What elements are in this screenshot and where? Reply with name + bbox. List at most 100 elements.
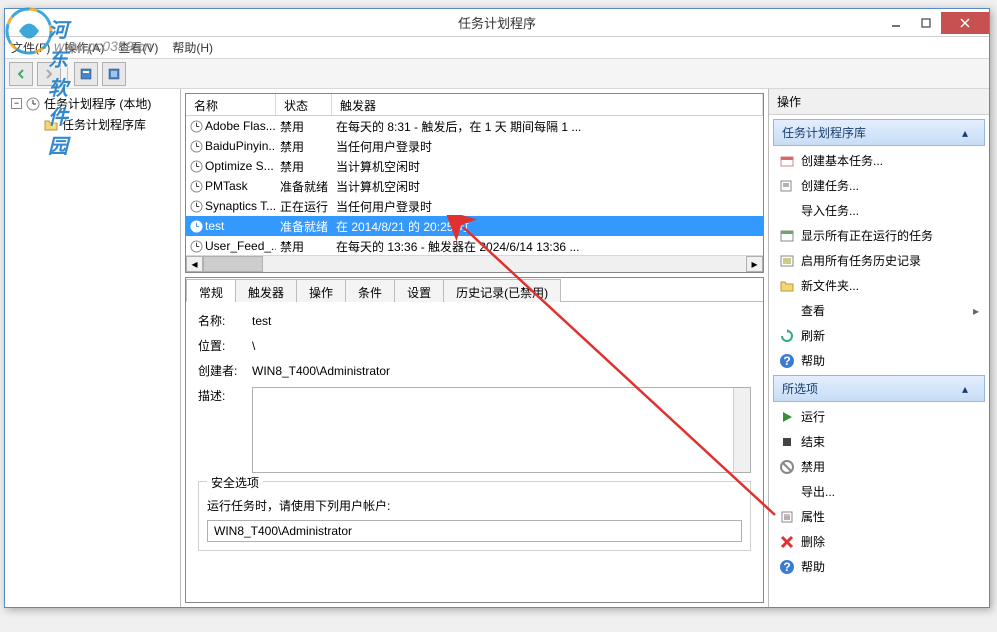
label-description: 描述: <box>198 387 252 404</box>
collapse-icon[interactable]: ▴ <box>962 126 976 140</box>
tab-conditions[interactable]: 条件 <box>345 279 395 302</box>
row-name: test <box>205 219 224 233</box>
action-new-folder[interactable]: 新文件夹... <box>773 273 985 298</box>
task-scheduler-window: 任务计划程序 文件(F) 操作(A) 查看(V) 帮助(H) − 任务计划程序 … <box>4 8 990 608</box>
row-trigger: 当任何用户登录时 <box>332 138 763 155</box>
textarea-scrollbar[interactable] <box>733 388 750 472</box>
value-name: test <box>252 314 751 328</box>
scroll-thumb[interactable] <box>203 256 263 272</box>
scroll-right-arrow[interactable]: ▸ <box>746 256 763 272</box>
collapse-icon[interactable]: ▴ <box>962 382 976 396</box>
maximize-button[interactable] <box>911 12 941 34</box>
refresh-icon <box>779 328 795 344</box>
row-status: 禁用 <box>276 138 332 155</box>
svg-text:?: ? <box>783 354 790 368</box>
toolbar-forward[interactable] <box>37 62 61 86</box>
action-disable[interactable]: 禁用 <box>773 454 985 479</box>
toolbar-btn-4[interactable] <box>102 62 126 86</box>
action-create[interactable]: 创建任务... <box>773 173 985 198</box>
window-title: 任务计划程序 <box>458 13 536 32</box>
table-row[interactable]: PMTask 准备就绪 当计算机空闲时 <box>186 176 763 196</box>
action-enable-history[interactable]: 启用所有任务历史记录 <box>773 248 985 273</box>
section-library[interactable]: 任务计划程序库 ▴ <box>773 119 985 146</box>
menu-view[interactable]: 查看(V) <box>118 39 158 56</box>
action-help[interactable]: ?帮助 <box>773 554 985 579</box>
properties-icon <box>779 509 795 525</box>
horizontal-scrollbar[interactable]: ◂ ▸ <box>186 255 763 272</box>
row-status: 禁用 <box>276 238 332 255</box>
help-icon: ? <box>779 353 795 369</box>
action-label: 属性 <box>801 508 825 525</box>
row-name: User_Feed_... <box>205 239 276 253</box>
col-header-status[interactable]: 状态 <box>276 94 332 115</box>
toolbar-btn-3[interactable] <box>74 62 98 86</box>
action-import[interactable]: 导入任务... <box>773 198 985 223</box>
toolbar-back[interactable] <box>9 62 33 86</box>
new-folder-icon <box>779 278 795 294</box>
tree-child[interactable]: + 任务计划程序库 <box>9 114 176 135</box>
col-header-name[interactable]: 名称 <box>186 94 276 115</box>
value-creator: WIN8_T400\Administrator <box>252 364 751 378</box>
tab-actions[interactable]: 操作 <box>296 279 346 302</box>
clock-icon <box>190 200 203 213</box>
tree-expand-icon[interactable]: − <box>11 98 22 109</box>
end-icon <box>779 434 795 450</box>
section-selected[interactable]: 所选项 ▴ <box>773 375 985 402</box>
menu-help[interactable]: 帮助(H) <box>172 39 213 56</box>
tree-root-label: 任务计划程序 (本地) <box>44 95 151 112</box>
row-status: 准备就绪 <box>276 178 332 195</box>
action-export[interactable]: 导出... <box>773 479 985 504</box>
view-icon <box>779 303 795 319</box>
label-creator: 创建者: <box>198 362 252 379</box>
tree-child-label: 任务计划程序库 <box>62 116 146 133</box>
action-label: 启用所有任务历史记录 <box>801 252 921 269</box>
list-header: 名称 状态 触发器 <box>186 94 763 116</box>
action-refresh[interactable]: 刷新 <box>773 323 985 348</box>
table-row[interactable]: User_Feed_... 禁用 在每天的 13:36 - 触发器在 2024/… <box>186 236 763 255</box>
action-end[interactable]: 结束 <box>773 429 985 454</box>
table-row[interactable]: Optimize S... 禁用 当计算机空闲时 <box>186 156 763 176</box>
table-row[interactable]: Adobe Flas... 禁用 在每天的 8:31 - 触发后，在 1 天 期… <box>186 116 763 136</box>
action-delete[interactable]: 删除 <box>773 529 985 554</box>
menu-action[interactable]: 操作(A) <box>64 39 104 56</box>
tab-history[interactable]: 历史记录(已禁用) <box>443 279 561 302</box>
detail-tabs: 常规 触发器 操作 条件 设置 历史记录(已禁用) <box>186 278 763 302</box>
row-trigger: 当任何用户登录时 <box>332 198 763 215</box>
clock-icon <box>190 160 203 173</box>
action-view[interactable]: 查看 <box>773 298 985 323</box>
action-show-running[interactable]: 显示所有正在运行的任务 <box>773 223 985 248</box>
actions-panel-title: 操作 <box>769 89 989 115</box>
close-button[interactable] <box>941 12 989 34</box>
security-title: 安全选项 <box>207 474 263 491</box>
tab-settings[interactable]: 设置 <box>394 279 444 302</box>
label-name: 名称: <box>198 312 252 329</box>
table-row[interactable]: BaiduPinyin... 禁用 当任何用户登录时 <box>186 136 763 156</box>
action-label: 新文件夹... <box>801 277 859 294</box>
row-status: 禁用 <box>276 118 332 135</box>
row-name: Synaptics T... <box>205 199 276 213</box>
create-icon <box>779 178 795 194</box>
minimize-button[interactable] <box>881 12 911 34</box>
section-selected-title: 所选项 <box>782 380 818 397</box>
folder-icon <box>44 118 58 132</box>
row-trigger: 在每天的 8:31 - 触发后，在 1 天 期间每隔 1 ... <box>332 118 763 135</box>
tab-triggers[interactable]: 触发器 <box>235 279 297 302</box>
tree-panel: − 任务计划程序 (本地) + 任务计划程序库 <box>5 89 181 607</box>
action-properties[interactable]: 属性 <box>773 504 985 529</box>
action-label: 删除 <box>801 533 825 550</box>
clock-icon <box>190 220 203 233</box>
description-textarea[interactable] <box>252 387 751 473</box>
tree-root[interactable]: − 任务计划程序 (本地) <box>9 93 176 114</box>
table-row[interactable]: test 准备就绪 在 2014/8/21 的 20:25 时 <box>186 216 763 236</box>
action-run[interactable]: 运行 <box>773 404 985 429</box>
action-help[interactable]: ?帮助 <box>773 348 985 373</box>
table-row[interactable]: Synaptics T... 正在运行 当任何用户登录时 <box>186 196 763 216</box>
tab-general[interactable]: 常规 <box>186 279 236 302</box>
action-label: 刷新 <box>801 327 825 344</box>
menu-file[interactable]: 文件(F) <box>11 39 50 56</box>
scroll-left-arrow[interactable]: ◂ <box>186 256 203 272</box>
col-header-trigger[interactable]: 触发器 <box>332 94 763 115</box>
action-create-basic[interactable]: 创建基本任务... <box>773 148 985 173</box>
action-label: 显示所有正在运行的任务 <box>801 227 933 244</box>
row-status: 禁用 <box>276 158 332 175</box>
